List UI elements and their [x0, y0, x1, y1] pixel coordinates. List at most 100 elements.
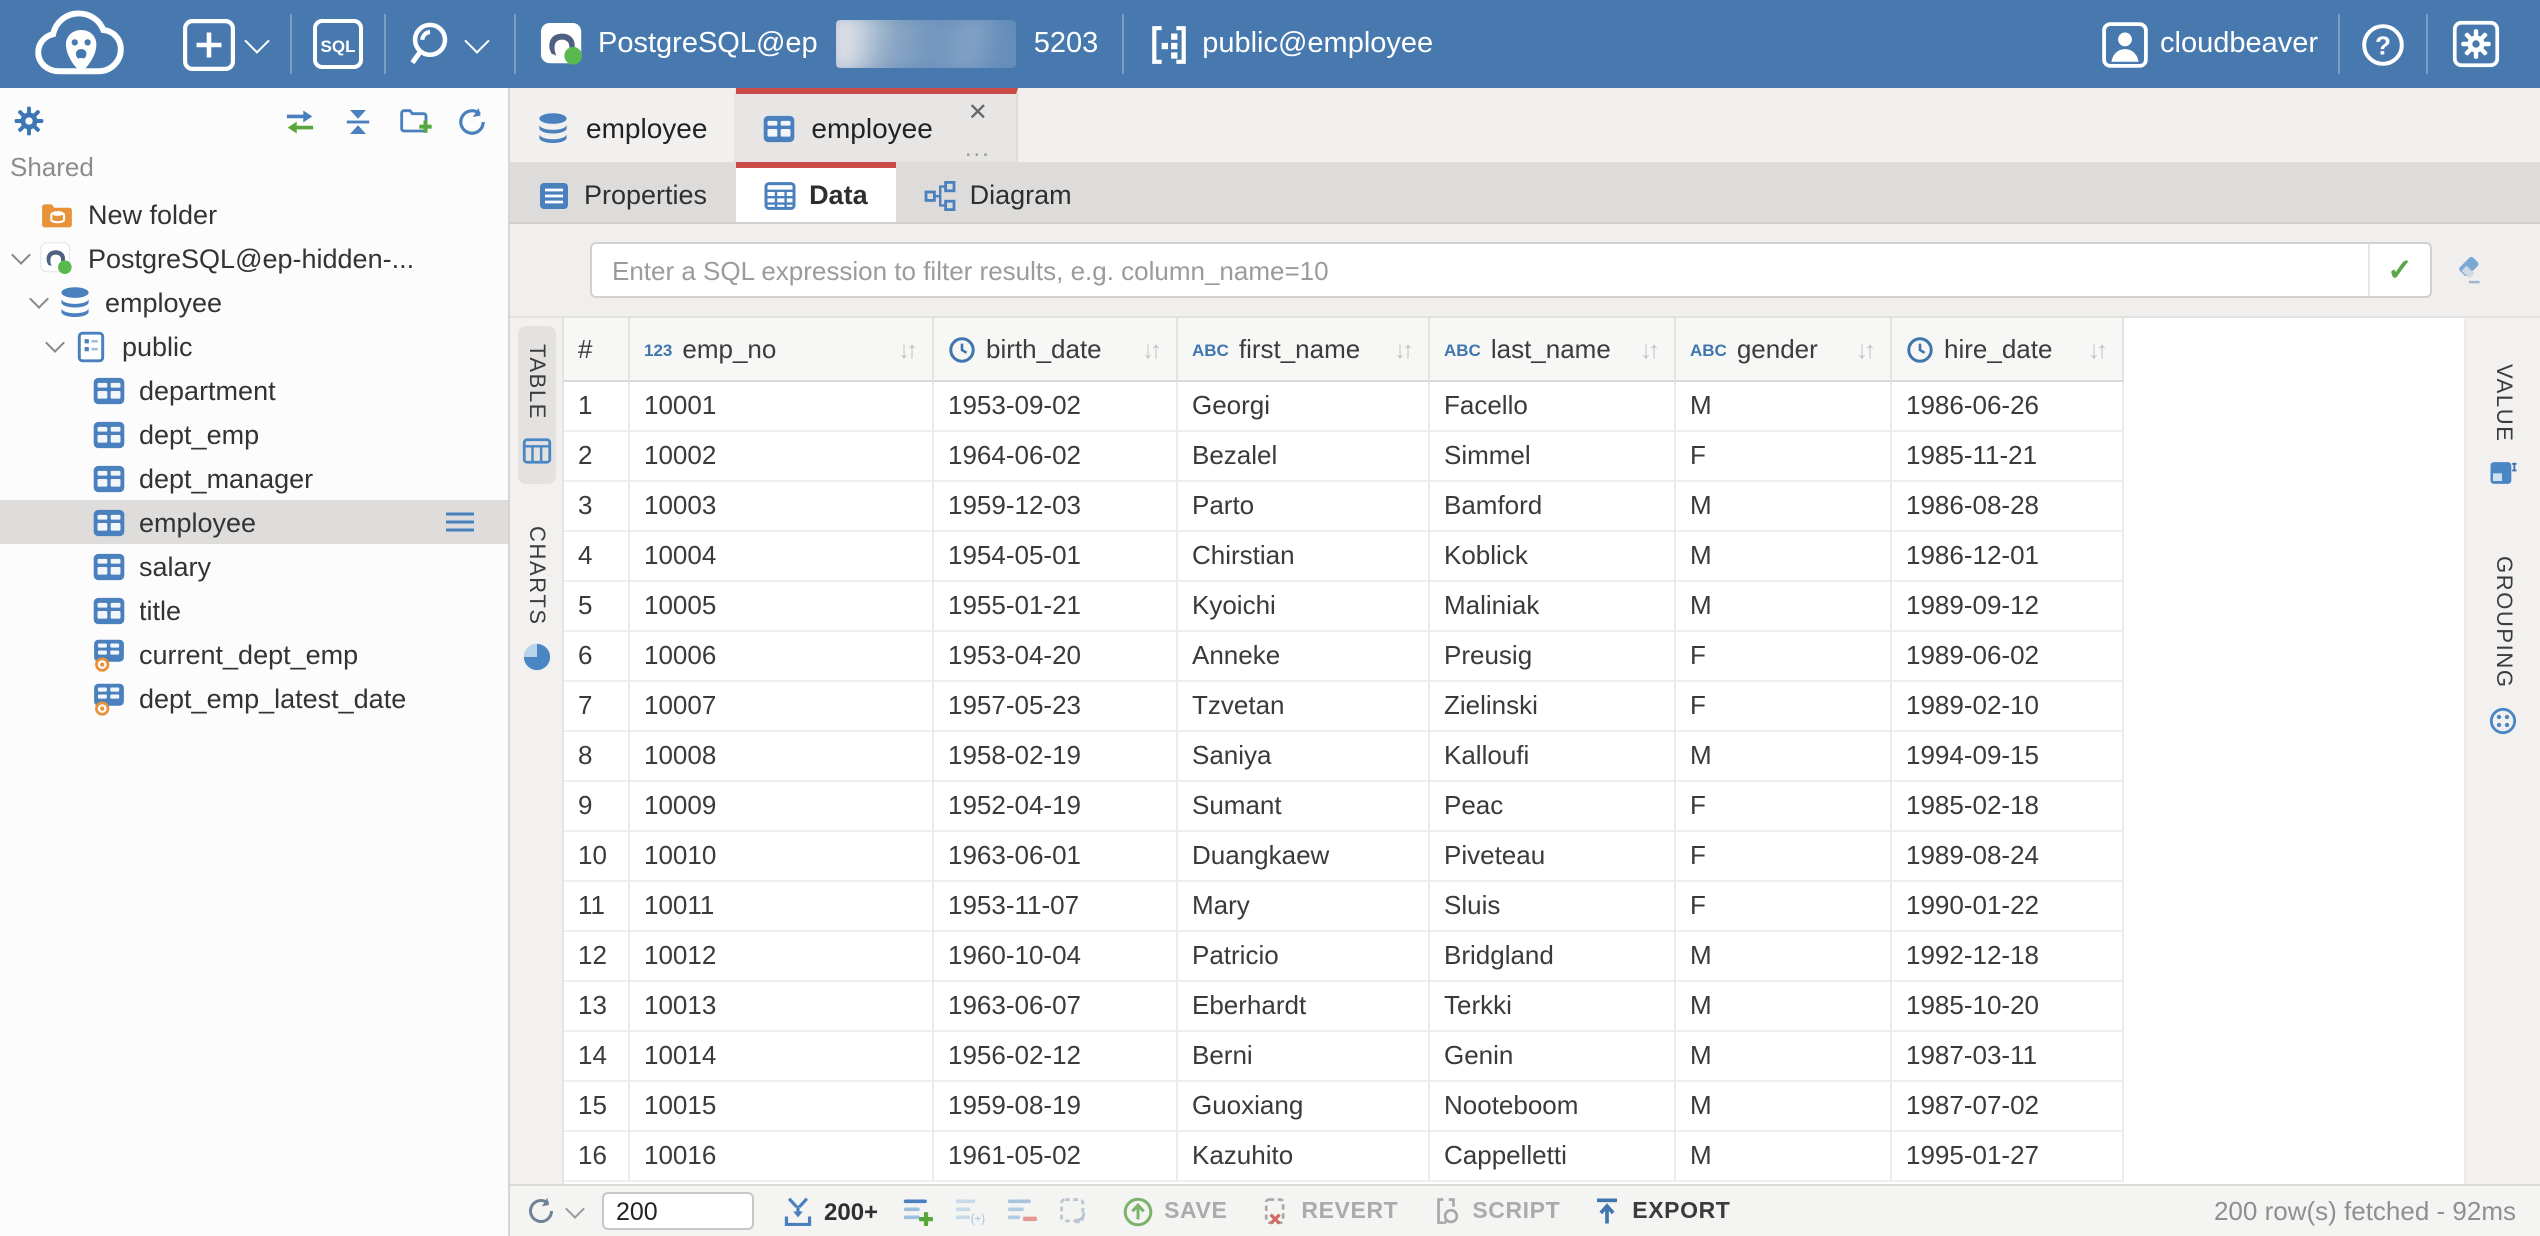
data-cell-first_name[interactable]: Georgi	[1178, 382, 1430, 432]
data-cell-first_name[interactable]: Mary	[1178, 882, 1430, 932]
close-icon[interactable]: ✕	[968, 100, 988, 124]
data-cell-gender[interactable]: M	[1676, 532, 1892, 582]
data-cell-hire_date[interactable]: 1995-01-27	[1892, 1132, 2124, 1182]
data-cell-hire_date[interactable]: 1986-06-26	[1892, 382, 2124, 432]
data-cell-gender[interactable]: M	[1676, 382, 1892, 432]
data-cell-last_name[interactable]: Kalloufi	[1430, 732, 1676, 782]
row-number-cell[interactable]: 15	[564, 1082, 630, 1132]
row-number-cell[interactable]: 13	[564, 982, 630, 1032]
data-cell-last_name[interactable]: Piveteau	[1430, 832, 1676, 882]
data-cell-last_name[interactable]: Cappelletti	[1430, 1132, 1676, 1182]
data-cell-emp_no[interactable]: 10016	[630, 1132, 934, 1182]
data-cell-emp_no[interactable]: 10008	[630, 732, 934, 782]
data-cell-birth_date[interactable]: 1959-12-03	[934, 482, 1178, 532]
data-cell-last_name[interactable]: Zielinski	[1430, 682, 1676, 732]
data-cell-last_name[interactable]: Nooteboom	[1430, 1082, 1676, 1132]
apply-filter-button[interactable]: ✓	[2368, 244, 2430, 296]
data-cell-last_name[interactable]: Genin	[1430, 1032, 1676, 1082]
data-cell-gender[interactable]: M	[1676, 732, 1892, 782]
data-cell-emp_no[interactable]: 10001	[630, 382, 934, 432]
data-cell-first_name[interactable]: Anneke	[1178, 632, 1430, 682]
chevron-down-icon[interactable]	[464, 27, 489, 52]
row-number-cell[interactable]: 16	[564, 1132, 630, 1182]
row-number-cell[interactable]: 1	[564, 382, 630, 432]
data-cell-last_name[interactable]: Facello	[1430, 382, 1676, 432]
chevron-down-icon[interactable]	[11, 245, 31, 265]
data-cell-birth_date[interactable]: 1953-09-02	[934, 382, 1178, 432]
tree-item-department[interactable]: department	[0, 368, 508, 412]
data-cell-hire_date[interactable]: 1989-02-10	[1892, 682, 2124, 732]
data-cell-last_name[interactable]: Koblick	[1430, 532, 1676, 582]
data-cell-first_name[interactable]: Eberhardt	[1178, 982, 1430, 1032]
panel-tab-value[interactable]: VALUE	[2484, 346, 2522, 507]
data-cell-birth_date[interactable]: 1953-11-07	[934, 882, 1178, 932]
data-cell-gender[interactable]: M	[1676, 482, 1892, 532]
data-cell-birth_date[interactable]: 1960-10-04	[934, 932, 1178, 982]
row-number-cell[interactable]: 12	[564, 932, 630, 982]
row-number-cell[interactable]: 9	[564, 782, 630, 832]
column-header-emp_no[interactable]: 123emp_no↓↑	[630, 318, 934, 382]
data-cell-birth_date[interactable]: 1953-04-20	[934, 632, 1178, 682]
tree-item-dept-emp[interactable]: dept_emp	[0, 412, 508, 456]
data-cell-birth_date[interactable]: 1963-06-01	[934, 832, 1178, 882]
tab-data[interactable]: Data	[735, 162, 896, 222]
row-number-cell[interactable]: 3	[564, 482, 630, 532]
duplicate-row-button[interactable]: (+)	[954, 1195, 986, 1227]
data-cell-hire_date[interactable]: 1989-09-12	[1892, 582, 2124, 632]
data-cell-first_name[interactable]: Kazuhito	[1178, 1132, 1430, 1182]
data-cell-emp_no[interactable]: 10011	[630, 882, 934, 932]
sync-connections-icon[interactable]	[282, 107, 318, 135]
chevron-down-icon[interactable]	[45, 333, 65, 353]
column-header-hire_date[interactable]: hire_date↓↑	[1892, 318, 2124, 382]
data-cell-birth_date[interactable]: 1954-05-01	[934, 532, 1178, 582]
collapse-all-icon[interactable]	[342, 105, 374, 137]
data-cell-first_name[interactable]: Guoxiang	[1178, 1082, 1430, 1132]
panel-tab-grouping[interactable]: GROUPING	[2484, 539, 2522, 754]
column-header-rownum[interactable]: #	[564, 318, 630, 382]
script-button[interactable]: SCRIPT	[1430, 1195, 1560, 1227]
add-row-button[interactable]	[902, 1195, 934, 1227]
data-cell-gender[interactable]: M	[1676, 1032, 1892, 1082]
data-cell-last_name[interactable]: Maliniak	[1430, 582, 1676, 632]
data-cell-last_name[interactable]: Simmel	[1430, 432, 1676, 482]
data-cell-hire_date[interactable]: 1994-09-15	[1892, 732, 2124, 782]
data-cell-hire_date[interactable]: 1990-01-22	[1892, 882, 2124, 932]
data-cell-hire_date[interactable]: 1987-07-02	[1892, 1082, 2124, 1132]
tab-properties[interactable]: Properties	[510, 162, 735, 222]
tab-diagram[interactable]: Diagram	[896, 162, 1100, 222]
save-button[interactable]: SAVE	[1122, 1195, 1227, 1227]
connection-selector[interactable]: PostgreSQL@ep 5203	[540, 20, 1098, 68]
tab-employee-table[interactable]: employee ✕ ...	[735, 88, 1018, 162]
tree-item-salary[interactable]: salary	[0, 544, 508, 588]
data-cell-hire_date[interactable]: 1985-11-21	[1892, 432, 2124, 482]
data-cell-emp_no[interactable]: 10003	[630, 482, 934, 532]
schema-selector[interactable]: public@employee	[1148, 23, 1433, 65]
sort-icon[interactable]: ↓↑	[2088, 335, 2108, 363]
data-cell-emp_no[interactable]: 10004	[630, 532, 934, 582]
tree-item-postgresql-ep-hidden-[interactable]: PostgreSQL@ep-hidden-...	[0, 236, 508, 280]
data-cell-emp_no[interactable]: 10009	[630, 782, 934, 832]
revert-button[interactable]: REVERT	[1259, 1195, 1398, 1227]
data-cell-emp_no[interactable]: 10014	[630, 1032, 934, 1082]
tab-more-icon[interactable]: ...	[965, 140, 991, 156]
data-cell-gender[interactable]: F	[1676, 882, 1892, 932]
fetch-more-button[interactable]: 200+	[782, 1195, 878, 1227]
data-cell-last_name[interactable]: Peac	[1430, 782, 1676, 832]
add-folder-icon[interactable]	[398, 106, 432, 136]
data-cell-birth_date[interactable]: 1952-04-19	[934, 782, 1178, 832]
row-number-cell[interactable]: 8	[564, 732, 630, 782]
data-cell-gender[interactable]: M	[1676, 1082, 1892, 1132]
tree-item-current-dept-emp[interactable]: current_dept_emp	[0, 632, 508, 676]
row-number-cell[interactable]: 2	[564, 432, 630, 482]
row-number-cell[interactable]: 6	[564, 632, 630, 682]
data-cell-first_name[interactable]: Duangkaew	[1178, 832, 1430, 882]
data-cell-last_name[interactable]: Sluis	[1430, 882, 1676, 932]
cloudbeaver-logo-icon[interactable]	[30, 6, 134, 82]
settings-button[interactable]	[2452, 20, 2500, 68]
sort-icon[interactable]: ↓↑	[1394, 335, 1414, 363]
row-number-cell[interactable]: 14	[564, 1032, 630, 1082]
row-number-cell[interactable]: 5	[564, 582, 630, 632]
row-number-cell[interactable]: 4	[564, 532, 630, 582]
data-cell-hire_date[interactable]: 1985-02-18	[1892, 782, 2124, 832]
data-cell-gender[interactable]: M	[1676, 582, 1892, 632]
